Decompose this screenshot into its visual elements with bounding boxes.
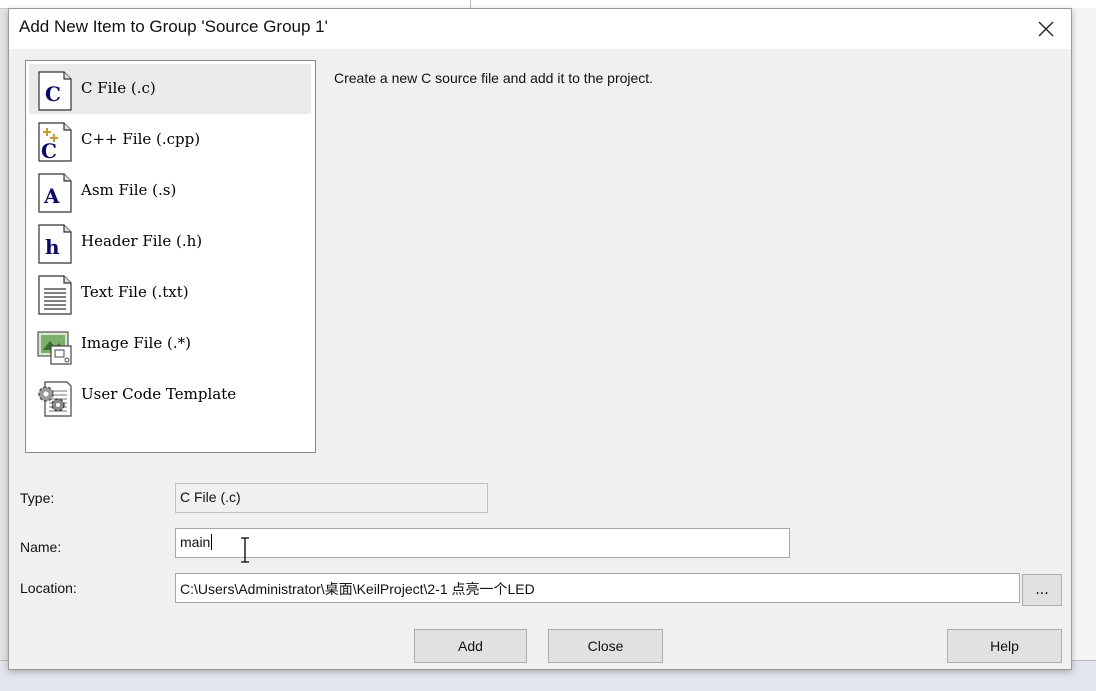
list-item-text-file[interactable]: Text File (.txt)	[29, 268, 311, 318]
cpp-file-icon: C	[38, 122, 72, 162]
c-file-icon: C	[38, 71, 72, 111]
svg-text:A: A	[43, 184, 60, 208]
ibeam-cursor-icon	[241, 537, 249, 563]
background-divider	[470, 0, 471, 8]
name-input[interactable]: main	[175, 528, 790, 558]
list-item-label: User Code Template	[81, 385, 237, 403]
svg-text:C: C	[45, 82, 61, 106]
list-item-label: Image File (.*)	[81, 334, 191, 352]
type-label: Type:	[20, 490, 55, 506]
list-item-label: C File (.c)	[81, 79, 156, 97]
list-item-user-code-template[interactable]: User Code Template	[29, 370, 311, 420]
text-file-icon	[38, 275, 72, 315]
svg-text:h: h	[45, 235, 60, 259]
close-icon	[1038, 21, 1054, 37]
header-file-icon: h	[38, 224, 72, 264]
location-label: Location:	[20, 580, 77, 596]
list-item-label: Asm File (.s)	[81, 181, 177, 199]
image-file-icon	[37, 331, 72, 365]
help-button[interactable]: Help	[947, 629, 1062, 663]
background-window-right	[1070, 8, 1096, 660]
file-type-list[interactable]: C C File (.c) C C++ File (.cpp) A Asm Fi…	[25, 60, 316, 453]
list-item-label: Text File (.txt)	[81, 283, 189, 301]
svg-text:C: C	[41, 139, 57, 162]
list-item-image-file[interactable]: Image File (.*)	[29, 319, 311, 369]
text-caret	[211, 534, 213, 550]
asm-file-icon: A	[38, 173, 72, 213]
dialog-titlebar[interactable]: Add New Item to Group 'Source Group 1'	[9, 9, 1071, 49]
location-input[interactable]: C:\Users\Administrator\桌面\KeilProject\2-…	[175, 573, 1020, 603]
dialog-title: Add New Item to Group 'Source Group 1'	[19, 17, 328, 36]
type-field: C File (.c)	[175, 483, 488, 513]
add-new-item-dialog: Add New Item to Group 'Source Group 1' C…	[8, 8, 1072, 670]
close-button[interactable]: Close	[548, 629, 663, 663]
close-window-button[interactable]	[1027, 13, 1065, 45]
list-item-asm-file[interactable]: A Asm File (.s)	[29, 166, 311, 216]
list-item-label: C++ File (.cpp)	[81, 130, 201, 148]
list-item-label: Header File (.h)	[81, 232, 203, 250]
name-input-value: main	[180, 534, 211, 550]
list-item-c-file[interactable]: C C File (.c)	[29, 64, 311, 114]
user-code-template-icon	[38, 381, 72, 417]
list-item-cpp-file[interactable]: C C++ File (.cpp)	[29, 115, 311, 165]
file-type-description: Create a new C source file and add it to…	[334, 70, 654, 86]
add-button[interactable]: Add	[414, 629, 527, 663]
browse-button[interactable]: ...	[1022, 574, 1062, 606]
list-item-header-file[interactable]: h Header File (.h)	[29, 217, 311, 267]
name-label: Name:	[20, 539, 62, 555]
